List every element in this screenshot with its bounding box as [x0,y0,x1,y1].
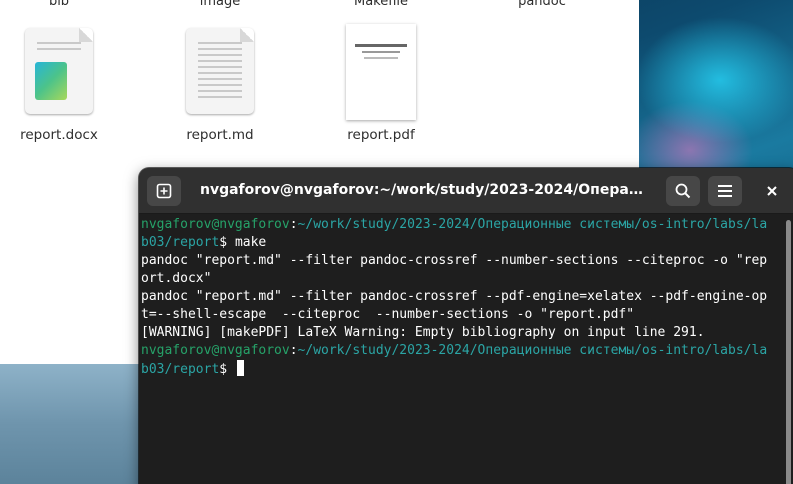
menu-button[interactable] [708,176,742,206]
new-tab-button[interactable] [147,176,181,206]
prompt-path: ~/work/study/2023-2024/Операционные сист… [297,343,768,358]
file-label-bib[interactable]: bib [49,0,69,9]
file-label-makefile[interactable]: Makefile [354,0,408,9]
terminal-cursor [236,360,244,376]
close-button[interactable] [760,179,784,203]
terminal-line: ort.docx" [141,271,212,286]
desktop-wallpaper-lower [0,362,140,484]
prompt-path: b03/report [141,362,220,377]
prompt-separator: : [289,217,298,232]
close-icon [767,186,777,196]
docx-document-icon [25,28,93,114]
terminal-title: nvgaforov@nvgaforov:~/work/study/2023-20… [200,182,650,198]
terminal-headerbar[interactable]: nvgaforov@nvgaforov:~/work/study/2023-20… [139,168,793,214]
terminal-line: nvgaforov@nvgaforov:~/work/study/2023-20… [141,342,781,360]
terminal-window[interactable]: nvgaforov@nvgaforov:~/work/study/2023-20… [139,168,793,484]
terminal-line: pandoc "report.md" --filter pandoc-cross… [141,289,768,304]
terminal-line: t=--shell-escape --citeproc --number-sec… [141,307,635,322]
file-label-image[interactable]: image [200,0,241,9]
command-text: make [234,235,267,250]
prompt-user: nvgaforov@nvgaforov [141,217,290,232]
file-name: report.md [186,127,254,143]
file-name: report.docx [20,127,98,143]
file-name: report.pdf [347,127,415,143]
terminal-line: b03/report$ [141,360,781,378]
terminal-line: nvgaforov@nvgaforov:~/work/study/2023-20… [141,216,781,234]
search-button[interactable] [666,176,700,206]
terminal-line: [WARNING] [makePDF] LaTeX Warning: Empty… [141,325,705,340]
text-document-icon [186,28,254,114]
terminal-output[interactable]: nvgaforov@nvgaforov:~/work/study/2023-20… [141,216,781,484]
prompt-user: nvgaforov@nvgaforov [141,343,290,358]
pdf-thumbnail-icon [346,24,416,120]
file-label-pandoc[interactable]: pandoc [518,0,566,9]
prompt-separator: : [289,343,298,358]
prompt-dollar: $ [219,362,235,377]
terminal-line: pandoc "report.md" --filter pandoc-cross… [141,253,768,268]
hamburger-menu-icon [718,185,732,197]
prompt-path: ~/work/study/2023-2024/Операционные сист… [297,217,768,232]
prompt-path: b03/report [141,235,220,250]
search-icon [675,183,691,199]
terminal-scrollbar[interactable] [786,220,791,484]
prompt-dollar: $ [219,235,235,250]
terminal-line: b03/report$ make [141,234,781,252]
new-tab-icon [156,183,172,199]
